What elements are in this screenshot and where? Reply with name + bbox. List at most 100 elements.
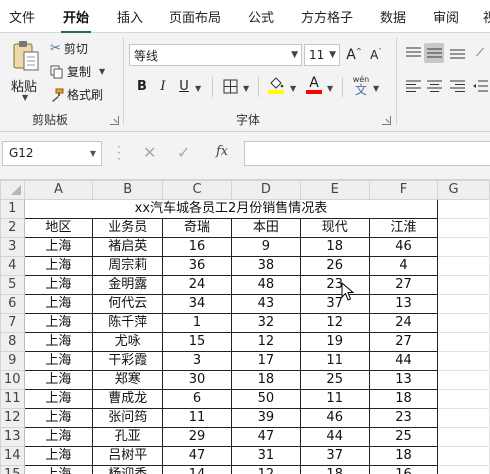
cell[interactable]: 30 <box>162 370 232 390</box>
cell[interactable]: 1 <box>162 313 232 333</box>
cell[interactable]: 37 <box>299 294 370 314</box>
column-header[interactable]: D <box>230 180 301 200</box>
name-box[interactable]: G12 ▼ <box>2 141 102 166</box>
cell[interactable]: 24 <box>368 313 439 333</box>
cell[interactable] <box>437 332 490 352</box>
cell[interactable] <box>437 199 490 219</box>
cell[interactable]: 9 <box>230 237 301 257</box>
cut-button[interactable]: ✂ 剪切 <box>50 40 88 57</box>
cell[interactable]: 曹成龙 <box>92 389 164 409</box>
align-middle-button[interactable] <box>424 43 444 63</box>
align-bottom-button[interactable] <box>447 43 467 63</box>
header-cell[interactable]: 本田 <box>230 218 301 238</box>
sheet-title-cell[interactable]: xx汽车城各员工2月份销售情况表 <box>23 199 439 219</box>
chevron-down-icon[interactable]: ▼ <box>327 84 333 93</box>
chevron-down-icon[interactable]: ▼ <box>22 93 28 102</box>
cell[interactable]: 25 <box>299 370 370 390</box>
cell[interactable]: 12 <box>230 332 301 352</box>
cell[interactable]: 11 <box>162 408 232 428</box>
row-header[interactable]: 7 <box>0 313 25 333</box>
cell[interactable]: 陈千萍 <box>92 313 164 333</box>
cell[interactable]: 37 <box>299 446 370 466</box>
cell[interactable]: 褚启英 <box>92 237 164 257</box>
cell[interactable]: 12 <box>299 313 370 333</box>
font-color-button[interactable]: A <box>304 75 324 95</box>
tab-view[interactable]: 视 <box>483 7 490 26</box>
cell[interactable]: 上海 <box>23 313 94 333</box>
chevron-down-icon[interactable]: ▼ <box>99 67 105 76</box>
cell[interactable]: 47 <box>162 446 232 466</box>
cell[interactable]: 何代云 <box>92 294 164 314</box>
shrink-font-button[interactable]: Aˇ <box>366 45 386 65</box>
font-name-select[interactable]: 等线 ▼ <box>129 44 302 66</box>
tab-insert[interactable]: 插入 <box>117 7 143 26</box>
cell[interactable]: 11 <box>299 351 370 371</box>
cell[interactable]: 干彩霞 <box>92 351 164 371</box>
cell[interactable] <box>437 408 490 428</box>
cell[interactable]: 36 <box>162 256 232 276</box>
borders-button[interactable] <box>220 76 240 96</box>
row-header[interactable]: 12 <box>0 408 25 428</box>
cell[interactable]: 15 <box>162 332 232 352</box>
cell[interactable]: 上海 <box>23 275 94 295</box>
cell[interactable]: 杨迎香 <box>92 465 164 474</box>
chevron-down-icon[interactable]: ▼ <box>290 84 296 93</box>
cell[interactable]: 16 <box>162 237 232 257</box>
cell[interactable]: 18 <box>368 446 439 466</box>
cell[interactable]: 44 <box>299 427 370 447</box>
row-header[interactable]: 14 <box>0 446 25 466</box>
cell[interactable]: 43 <box>230 294 301 314</box>
row-header[interactable]: 10 <box>0 370 25 390</box>
cell[interactable]: 25 <box>368 427 439 447</box>
cell[interactable]: 48 <box>230 275 301 295</box>
cell[interactable]: 26 <box>299 256 370 276</box>
cell[interactable] <box>437 218 490 238</box>
cell[interactable]: 47 <box>230 427 301 447</box>
chevron-down-icon[interactable]: ▼ <box>243 84 249 93</box>
cell[interactable]: 44 <box>368 351 439 371</box>
tab-page-layout[interactable]: 页面布局 <box>169 7 221 26</box>
cell[interactable]: 24 <box>162 275 232 295</box>
cell[interactable]: 23 <box>368 408 439 428</box>
bold-button[interactable]: B <box>132 76 152 96</box>
chevron-down-icon[interactable]: ▼ <box>195 84 201 93</box>
align-top-button[interactable] <box>403 43 423 63</box>
tab-data[interactable]: 数据 <box>380 7 406 26</box>
cell[interactable] <box>437 465 490 474</box>
cell[interactable]: 14 <box>162 465 232 474</box>
phonetic-guide-button[interactable]: wén 文 <box>350 74 372 98</box>
row-header[interactable]: 2 <box>0 218 25 238</box>
row-header[interactable]: 9 <box>0 351 25 371</box>
column-header[interactable]: C <box>162 180 232 200</box>
row-header[interactable]: 1 <box>0 199 25 219</box>
row-header[interactable]: 5 <box>0 275 25 295</box>
cell[interactable]: 上海 <box>23 427 94 447</box>
formula-input[interactable] <box>244 141 490 166</box>
cell[interactable]: 上海 <box>23 408 94 428</box>
select-all-corner[interactable] <box>0 180 25 200</box>
cell[interactable]: 上海 <box>23 256 94 276</box>
cell[interactable]: 46 <box>299 408 370 428</box>
copy-button[interactable]: 复制 ▼ <box>50 63 105 80</box>
column-header[interactable]: F <box>368 180 439 200</box>
cell[interactable]: 46 <box>368 237 439 257</box>
cell[interactable] <box>437 370 490 390</box>
cell[interactable]: 上海 <box>23 465 94 474</box>
cell[interactable]: 尤咏 <box>92 332 164 352</box>
header-cell[interactable]: 业务员 <box>92 218 164 238</box>
cell[interactable]: 32 <box>230 313 301 333</box>
cell[interactable]: 29 <box>162 427 232 447</box>
cell[interactable] <box>437 313 490 333</box>
cell[interactable]: 吕树平 <box>92 446 164 466</box>
header-cell[interactable]: 地区 <box>23 218 94 238</box>
tab-review[interactable]: 审阅 <box>433 7 459 26</box>
row-header[interactable]: 3 <box>0 237 25 257</box>
column-header[interactable]: E <box>299 180 370 200</box>
cell[interactable]: 金明露 <box>92 275 164 295</box>
cell[interactable]: 上海 <box>23 370 94 390</box>
row-header[interactable]: 4 <box>0 256 25 276</box>
cell[interactable]: 18 <box>299 465 370 474</box>
cell[interactable]: 郑寒 <box>92 370 164 390</box>
grow-font-button[interactable]: A^ <box>344 45 364 65</box>
header-cell[interactable]: 现代 <box>299 218 370 238</box>
